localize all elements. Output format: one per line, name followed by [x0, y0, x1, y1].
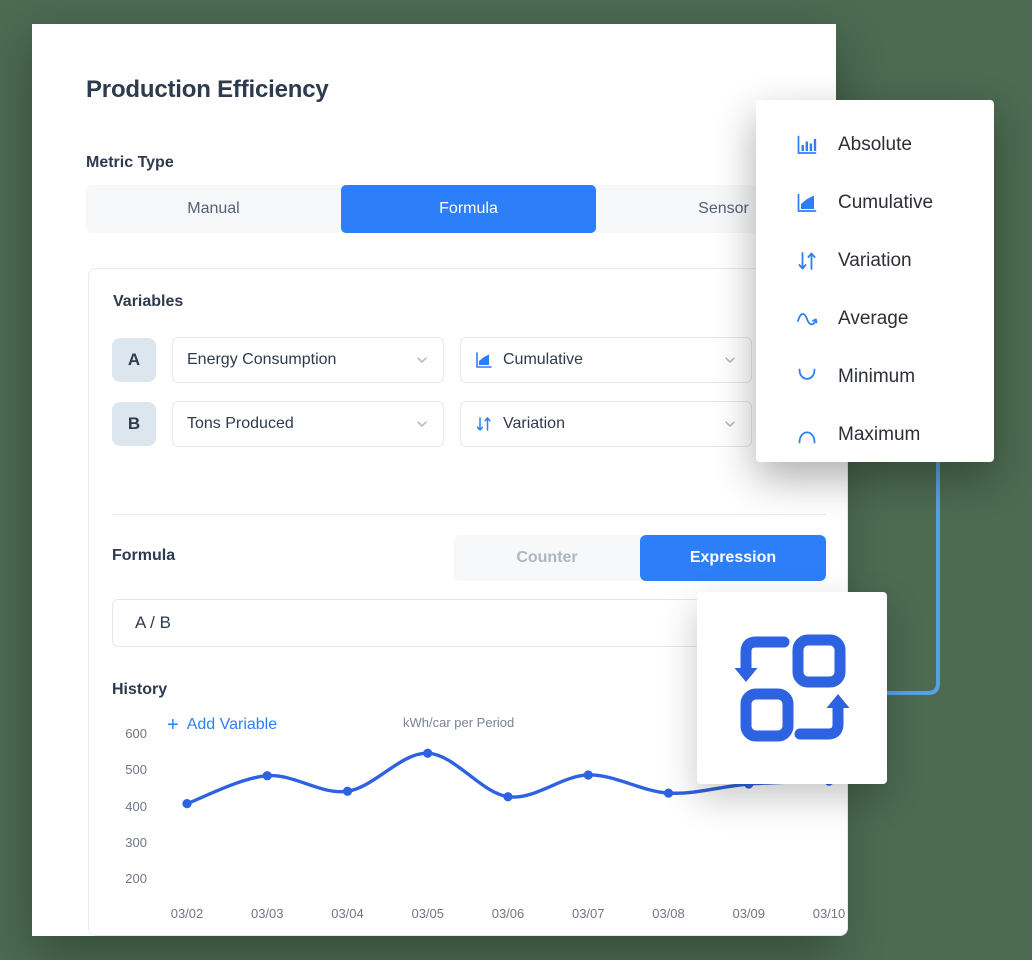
chart-data-point[interactable]	[583, 770, 593, 780]
aggregation-dropdown-menu: Absolute Cumulative Variation Average Mi…	[756, 100, 994, 462]
tab-formula[interactable]: Formula	[341, 185, 596, 233]
screen-root: Production Efficiency Metric Type Manual…	[0, 0, 1032, 960]
y-axis-tick: 500	[125, 762, 147, 778]
transform-exchange-icon	[734, 634, 850, 742]
formula-mode-expression[interactable]: Expression	[640, 535, 826, 581]
x-axis-tick: 03/07	[571, 906, 605, 921]
chart-data-point[interactable]	[423, 748, 433, 758]
x-axis-tick: 03/03	[250, 906, 284, 921]
variables-title: Variables	[113, 293, 184, 310]
chart-data-point[interactable]	[663, 788, 674, 798]
page-title: Production Efficiency	[86, 76, 329, 103]
wave-icon	[796, 308, 818, 330]
bar-chart-icon	[796, 134, 818, 156]
arrows-updown-icon	[796, 250, 818, 272]
variation-icon	[475, 415, 493, 433]
dropdown-item-absolute[interactable]: Absolute	[756, 116, 994, 174]
dropdown-label-maximum: Maximum	[838, 424, 921, 445]
dropdown-label-minimum: Minimum	[838, 366, 916, 387]
variable-name-value-a: Energy Consumption	[187, 351, 337, 368]
x-axis-tick: 03/09	[732, 906, 766, 921]
metric-type-tabs: Manual Formula Sensor	[86, 185, 868, 233]
variable-badge-b: B	[112, 402, 156, 446]
chevron-down-icon	[415, 417, 429, 431]
cumulative-icon	[475, 351, 493, 369]
variable-name-select-a[interactable]: Energy Consumption	[172, 337, 444, 383]
chart-data-point[interactable]	[182, 799, 192, 809]
x-axis-tick: 03/05	[411, 906, 445, 921]
dropdown-item-variation[interactable]: Variation	[756, 232, 994, 290]
variable-badge-a: A	[112, 338, 156, 382]
dropdown-label-absolute: Absolute	[838, 134, 912, 155]
aggregation-select-b[interactable]: Variation	[460, 401, 752, 447]
dropdown-label-variation: Variation	[838, 250, 912, 271]
transform-icon-card[interactable]	[697, 592, 887, 784]
formula-mode-toggle: Counter Expression	[454, 535, 826, 581]
x-axis-tick: 03/08	[652, 906, 685, 921]
x-axis-tick: 03/02	[170, 906, 204, 921]
dropdown-label-average: Average	[838, 308, 909, 329]
y-axis-tick: 200	[125, 871, 147, 886]
y-axis-tick: 400	[125, 798, 147, 814]
aggregation-value-b: Variation	[503, 415, 565, 432]
formula-mode-counter[interactable]: Counter	[454, 535, 640, 581]
aggregation-value-a: Cumulative	[503, 351, 584, 368]
variable-row-b: B Tons Produced Variation	[112, 401, 808, 447]
variable-row-a: A Energy Consumption Cumulative	[112, 337, 808, 383]
tab-manual[interactable]: Manual	[86, 185, 341, 233]
formula-label: Formula	[112, 547, 176, 564]
dropdown-item-maximum[interactable]: Maximum	[756, 406, 994, 464]
aggregation-select-a[interactable]: Cumulative	[460, 337, 752, 383]
valley-curve-icon	[796, 366, 818, 388]
y-axis-tick: 300	[125, 834, 147, 850]
chart-data-point[interactable]	[262, 771, 272, 781]
divider	[112, 514, 826, 515]
x-axis-tick: 03/04	[331, 906, 364, 921]
chevron-down-icon	[723, 353, 737, 367]
chevron-down-icon	[415, 353, 429, 367]
dropdown-item-average[interactable]: Average	[756, 290, 994, 348]
history-title: History	[112, 681, 168, 698]
area-chart-icon	[796, 192, 818, 214]
chart-data-point[interactable]	[342, 786, 353, 796]
dropdown-item-cumulative[interactable]: Cumulative	[756, 174, 994, 232]
x-axis-tick: 03/06	[491, 906, 525, 921]
variable-name-value-b: Tons Produced	[187, 415, 294, 432]
peak-curve-icon	[796, 424, 818, 446]
variable-name-select-b[interactable]: Tons Produced	[172, 401, 444, 447]
metric-type-label: Metric Type	[86, 154, 174, 171]
dropdown-label-cumulative: Cumulative	[838, 192, 934, 213]
y-axis-tick: 600	[125, 726, 147, 741]
chart-data-point[interactable]	[503, 792, 513, 802]
chevron-down-icon	[723, 417, 737, 431]
dropdown-item-minimum[interactable]: Minimum	[756, 348, 994, 406]
x-axis-tick: 03/10	[812, 906, 846, 921]
main-card: Production Efficiency Metric Type Manual…	[32, 24, 868, 936]
